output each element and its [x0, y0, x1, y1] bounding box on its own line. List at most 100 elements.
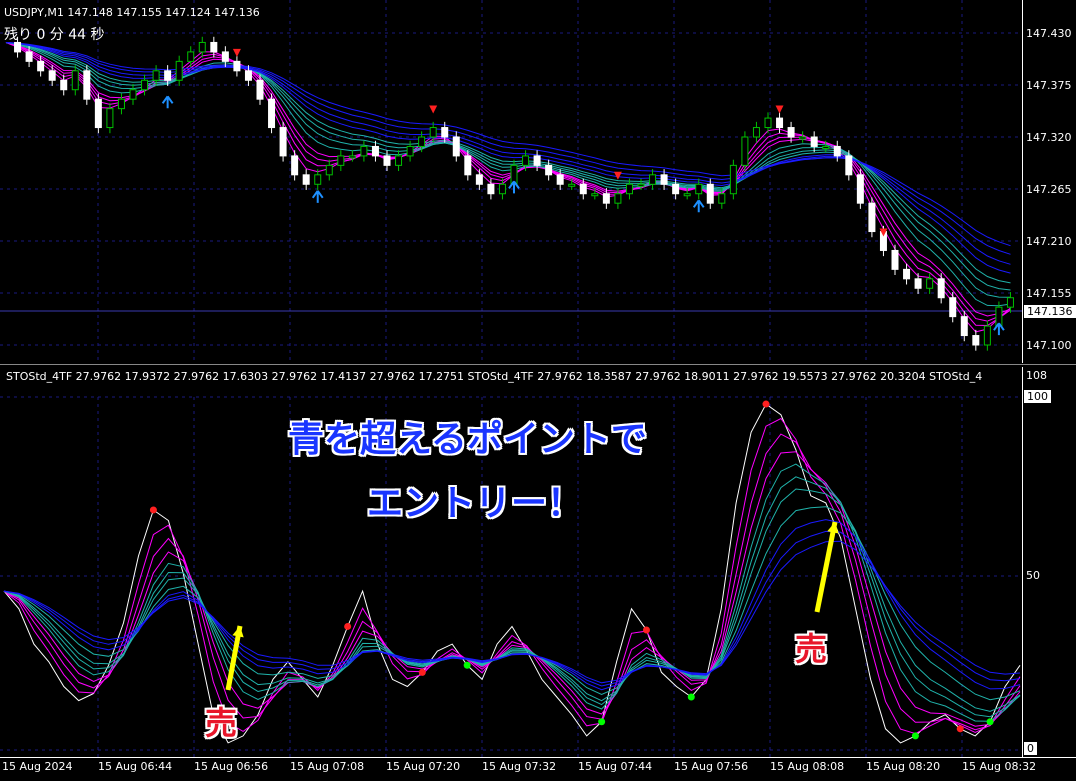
candle-body — [914, 278, 922, 289]
signal-dot — [418, 668, 426, 676]
buy-signal-arrow — [692, 199, 705, 213]
candle-body — [487, 183, 495, 195]
time-label: 15 Aug 2024 — [2, 760, 73, 773]
candle-body — [498, 183, 506, 195]
stochastic-line — [3, 540, 1021, 684]
candle-body — [418, 136, 426, 147]
sell-signal-arrow — [232, 48, 241, 57]
candle-body — [395, 155, 403, 166]
candle-body — [348, 155, 356, 159]
candle-body — [187, 51, 195, 62]
candle-body — [556, 174, 564, 185]
price-label: 147.265 — [1026, 183, 1072, 196]
candle-body — [891, 249, 899, 270]
symbol-header: USDJPY,M1 147.148 147.155 147.124 147.13… — [4, 6, 260, 19]
time-label: 15 Aug 07:08 — [290, 760, 365, 773]
chart-canvas — [0, 0, 1022, 757]
candle-body — [406, 145, 414, 157]
candle-body — [672, 183, 680, 195]
candle-body — [856, 174, 864, 204]
candle-body — [475, 174, 483, 185]
signal-dot — [642, 626, 650, 634]
sell-label-1: 売 — [205, 704, 238, 742]
candle-body — [302, 174, 310, 185]
candle-body — [291, 155, 299, 176]
price-label: 147.210 — [1026, 235, 1072, 248]
sell-signal-arrow — [429, 105, 438, 114]
candle-body — [937, 278, 945, 299]
candle-body — [337, 155, 345, 166]
candle-body — [1006, 297, 1014, 308]
candle-body — [152, 70, 160, 81]
indicator-header: STOStd_4TF 27.9762 17.9372 27.9762 17.63… — [6, 370, 983, 383]
candle-body — [37, 60, 45, 72]
price-label: 147.155 — [1026, 287, 1072, 300]
candle-body — [360, 145, 368, 157]
signal-dot — [762, 400, 770, 408]
candle-body — [314, 174, 322, 185]
candle-body — [949, 297, 957, 318]
candle-body — [845, 155, 853, 176]
candle-body — [568, 183, 576, 187]
price-label: 147.320 — [1026, 131, 1072, 144]
time-label: 15 Aug 07:32 — [482, 760, 557, 773]
callout-arrow — [814, 521, 838, 613]
candle-body — [903, 268, 911, 280]
time-label: 15 Aug 08:20 — [866, 760, 941, 773]
candle-body — [129, 89, 137, 100]
candle-body — [787, 127, 795, 138]
sell-label-2: 売 — [795, 630, 828, 668]
candle-body — [614, 193, 622, 204]
candle-body — [60, 79, 68, 91]
candle-body — [602, 193, 610, 204]
indicator-level-100: 100 — [1024, 390, 1051, 403]
time-label: 15 Aug 07:56 — [674, 760, 749, 773]
candle-body — [522, 155, 530, 166]
candle-body — [972, 335, 980, 346]
candle-body — [718, 193, 726, 204]
candle-body — [117, 98, 125, 110]
candle-body — [48, 70, 56, 81]
buy-signal-arrow — [311, 190, 324, 203]
candle-body — [233, 60, 241, 72]
candle-body — [452, 136, 460, 157]
candle-body — [71, 70, 79, 91]
candle-body — [164, 70, 172, 81]
candle-body — [926, 278, 934, 289]
candle-body — [822, 145, 830, 149]
candle-body — [221, 51, 229, 62]
candle-body — [94, 98, 102, 129]
candle-body — [799, 136, 807, 140]
candle-body — [533, 155, 541, 166]
candle-body — [198, 41, 206, 53]
candle-body — [764, 117, 772, 129]
candle-body — [776, 117, 784, 129]
candle-body — [579, 183, 587, 195]
signal-dot — [986, 718, 994, 726]
sell-signal-arrow — [775, 105, 784, 114]
indicator-level-50: 50 — [1026, 569, 1040, 582]
stochastic-line — [3, 506, 1021, 701]
time-label: 15 Aug 06:44 — [98, 760, 173, 773]
candle-body — [591, 193, 599, 197]
candle-body — [25, 51, 33, 62]
price-label: 147.375 — [1026, 79, 1072, 92]
countdown-timer: 残り 0 分 44 秒 — [4, 27, 105, 43]
candle-body — [810, 136, 818, 147]
sell-signal-arrow — [613, 171, 622, 180]
candle-body — [545, 164, 553, 176]
time-label: 15 Aug 07:44 — [578, 760, 653, 773]
time-label: 15 Aug 08:08 — [770, 760, 845, 773]
indicator-max-label: 108 — [1026, 369, 1047, 382]
candle-body — [729, 164, 737, 195]
signal-dot — [687, 693, 695, 701]
candle-body — [441, 127, 449, 138]
candle-body — [279, 127, 287, 157]
candle-body — [706, 183, 714, 204]
headline-line-2: エントリー！ — [367, 483, 584, 524]
candle-body — [649, 174, 657, 185]
signal-dot — [598, 718, 606, 726]
time-label: 15 Aug 08:32 — [962, 760, 1037, 773]
candle-body — [371, 145, 379, 157]
candle-body — [752, 127, 760, 138]
